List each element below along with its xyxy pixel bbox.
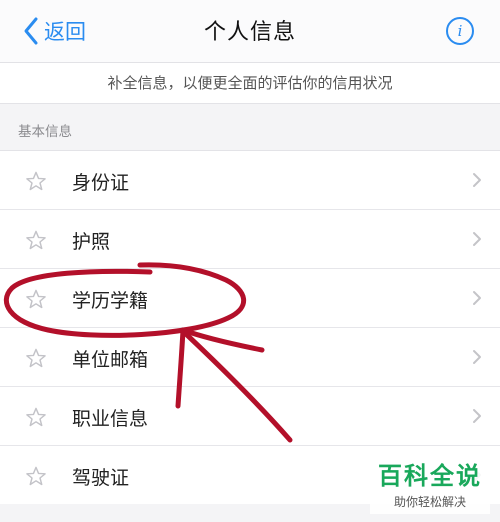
watermark-subtitle: 助你轻松解决: [393, 495, 466, 509]
star-outline-icon: [26, 407, 46, 427]
list-item-id-card[interactable]: 身份证: [0, 151, 500, 210]
star-outline-icon: [26, 171, 46, 191]
star-outline-icon: [26, 348, 46, 368]
star-outline-icon: [26, 230, 46, 250]
star-outline-icon: [26, 466, 46, 486]
page-title: 个人信息: [203, 20, 296, 45]
hint-text: 补全信息，以便更全面的评估你的信用状况: [0, 63, 500, 104]
section-title: 基本信息: [18, 124, 72, 140]
list-item-label: 驾驶证: [72, 467, 130, 489]
watermark-title: 百科全说: [378, 462, 482, 490]
watermark: 百科全说 助你轻松解决: [370, 452, 490, 514]
chevron-right-icon: [473, 232, 481, 246]
list-item-label: 护照: [72, 231, 111, 253]
chevron-right-icon: [473, 350, 481, 364]
list-item-label: 学历学籍: [72, 290, 149, 312]
list-item-label: 职业信息: [72, 408, 149, 430]
chevron-right-icon: [473, 291, 481, 305]
nav-bar: 返回 个人信息 i: [0, 0, 500, 63]
list-item-occupation[interactable]: 职业信息: [0, 387, 500, 446]
info-list: 身份证 护照 学历学籍 单位邮箱 职业信息 驾驶证: [0, 150, 500, 504]
list-item-work-email[interactable]: 单位邮箱: [0, 328, 500, 387]
chevron-right-icon: [473, 409, 481, 423]
chevron-right-icon: [473, 173, 481, 187]
list-item-label: 身份证: [72, 172, 130, 194]
list-item-passport[interactable]: 护照: [0, 210, 500, 269]
list-item-education[interactable]: 学历学籍: [0, 269, 500, 328]
info-icon[interactable]: i: [446, 17, 474, 45]
list-item-label: 单位邮箱: [72, 349, 149, 371]
star-outline-icon: [26, 289, 46, 309]
